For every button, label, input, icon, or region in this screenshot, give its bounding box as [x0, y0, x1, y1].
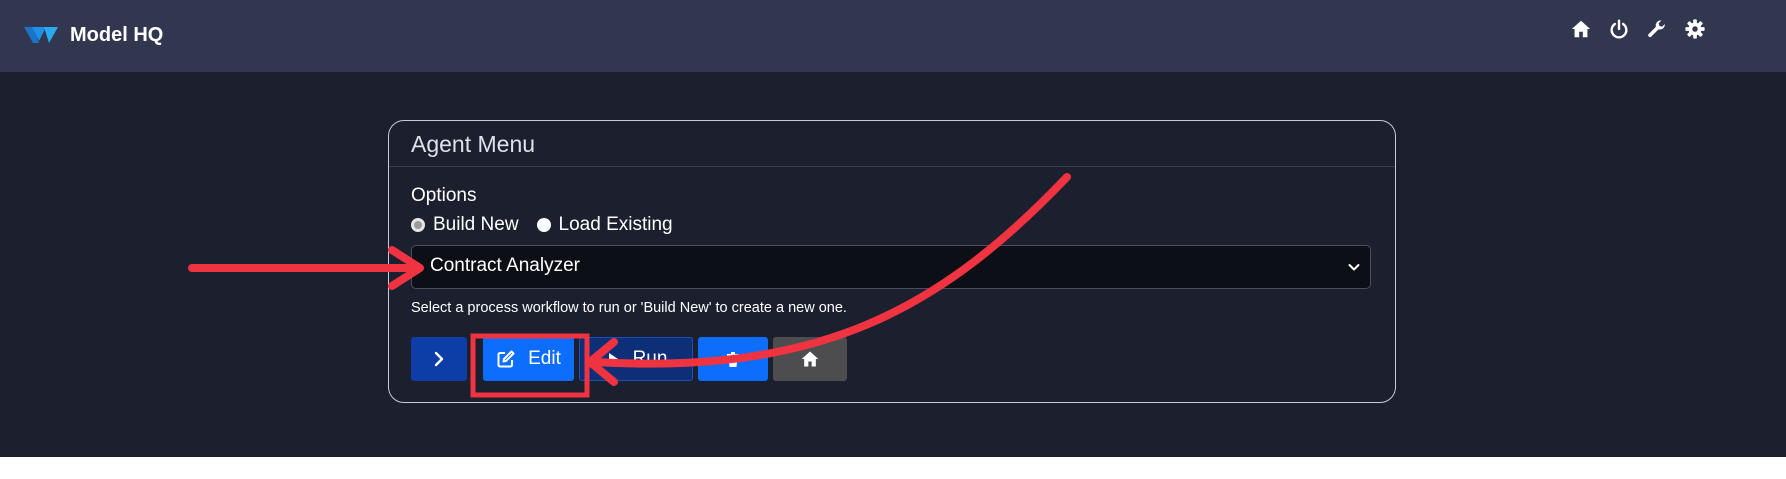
top-nav	[1570, 18, 1706, 40]
workflow-select-value: Contract Analyzer	[430, 255, 580, 276]
radio-button-build-new[interactable]	[411, 218, 425, 232]
trash-icon	[727, 352, 739, 367]
edit-button[interactable]: Edit	[483, 337, 574, 381]
edit-icon	[497, 350, 515, 368]
radio-load-existing[interactable]: Load Existing	[536, 213, 673, 237]
chevron-right-icon	[434, 351, 444, 367]
app-title: Model HQ	[70, 24, 164, 46]
radio-label-build-new: Build New	[433, 214, 519, 235]
radio-button-load-existing[interactable]	[536, 218, 551, 232]
power-icon[interactable]	[1608, 18, 1630, 40]
home-icon	[801, 351, 819, 367]
card-divider	[389, 166, 1395, 167]
options-label: Options	[411, 185, 477, 206]
run-button-label: Run	[632, 348, 668, 369]
agent-menu-card: Agent Menu Options Build New Load Existi…	[388, 120, 1396, 403]
top-bar: Model HQ	[0, 0, 1786, 72]
home-icon[interactable]	[1570, 18, 1592, 40]
edit-button-label: Edit	[528, 348, 561, 369]
radio-group: Build New Load Existing	[411, 213, 673, 237]
run-button[interactable]: Run	[579, 337, 693, 381]
radio-build-new[interactable]: Build New	[411, 213, 519, 237]
home-button[interactable]	[773, 337, 847, 381]
main-area: Agent Menu Options Build New Load Existi…	[0, 72, 1786, 457]
help-text: Select a process workflow to run or 'Bui…	[411, 300, 847, 316]
page: Model HQ Agent Menu Options Build New Lo…	[0, 0, 1786, 479]
wrench-icon[interactable]	[1646, 18, 1668, 40]
card-title: Agent Menu	[411, 131, 536, 157]
next-button[interactable]	[411, 337, 467, 381]
model-hq-logo-icon	[24, 27, 58, 43]
brand[interactable]: Model HQ	[24, 20, 163, 50]
radio-label-load-existing: Load Existing	[558, 214, 673, 235]
run-icon	[608, 353, 618, 365]
gear-icon[interactable]	[1684, 18, 1706, 40]
workflow-select[interactable]: Contract Analyzer	[411, 245, 1371, 289]
chevron-down-icon	[1348, 264, 1360, 271]
delete-button[interactable]	[698, 337, 768, 381]
